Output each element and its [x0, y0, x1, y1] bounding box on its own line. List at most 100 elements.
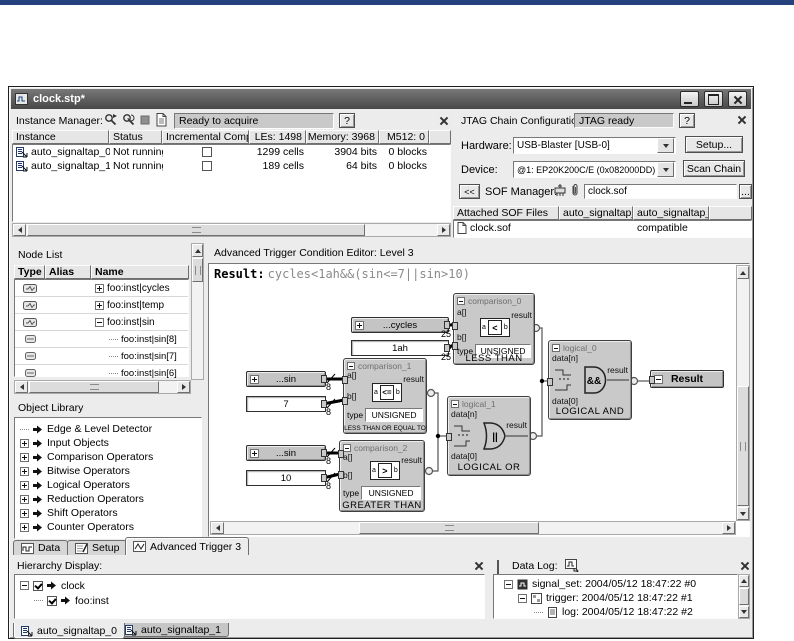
- stop-analysis-icon[interactable]: [140, 115, 151, 126]
- instance-h-scrollbar[interactable]: [12, 223, 451, 237]
- col-alias[interactable]: Alias: [45, 265, 91, 279]
- col-tap1[interactable]: auto_signaltap_1: [633, 206, 709, 220]
- expand-icon[interactable]: [95, 284, 104, 293]
- editor-v-scrollbar[interactable]: [736, 265, 750, 521]
- maximize-button[interactable]: [704, 91, 723, 107]
- expand-icon[interactable]: [20, 467, 29, 476]
- scroll-left-button[interactable]: [13, 224, 26, 236]
- col-type[interactable]: Type: [14, 265, 45, 279]
- connection-handle[interactable]: [444, 344, 450, 352]
- expand-icon[interactable]: [20, 481, 29, 490]
- input-node-cycles[interactable]: ...cycles: [351, 317, 449, 333]
- collapse-icon[interactable]: [552, 344, 560, 352]
- expand-icon[interactable]: [20, 509, 29, 518]
- sof-file-field[interactable]: clock.sof: [584, 184, 737, 199]
- log-entry-log[interactable]: log: 2004/05/12 18:47:22 #2: [534, 605, 737, 619]
- scroll-thumb[interactable]: [27, 224, 365, 236]
- table-row[interactable]: clock.sof compatible: [454, 221, 751, 235]
- scroll-right-button[interactable]: [437, 224, 450, 236]
- tab-advanced-trigger[interactable]: Advanced Trigger 3: [125, 537, 249, 555]
- constant-7[interactable]: 7: [246, 396, 326, 412]
- col-memory[interactable]: Memory: 3968: [306, 130, 379, 144]
- programmer-icon[interactable]: [553, 183, 568, 198]
- autorun-analysis-icon[interactable]: [122, 113, 136, 127]
- hierarchy-item-foo-inst[interactable]: foo:inst: [34, 593, 484, 608]
- log-entry-trigger[interactable]: trigger: 2004/05/12 18:47:22 #1: [518, 591, 737, 605]
- object-library-item[interactable]: Shift Operators: [20, 506, 201, 520]
- col-tap0[interactable]: auto_signaltap_0: [559, 206, 633, 220]
- col-incremental[interactable]: Incremental Compile: [162, 130, 249, 144]
- dropdown-button[interactable]: [657, 138, 674, 153]
- trigger-canvas[interactable]: ...cycles 1ah ...sin 7 ...sin 10 25 25 8…: [210, 283, 738, 521]
- collapse-icon[interactable]: [518, 594, 527, 603]
- col-instance[interactable]: Instance: [12, 130, 109, 144]
- close-button[interactable]: [728, 91, 747, 107]
- input-node-sin-a[interactable]: ...sin: [246, 371, 326, 387]
- table-row[interactable]: auto_signaltap_0 Not running 1299 cells …: [13, 145, 450, 159]
- scroll-left-button[interactable]: [211, 522, 224, 534]
- input-port[interactable]: [452, 322, 458, 330]
- input-port[interactable]: [338, 450, 344, 458]
- paperclip-icon[interactable]: [570, 183, 580, 198]
- expand-icon[interactable]: [20, 453, 29, 462]
- collapse-icon[interactable]: [347, 362, 355, 370]
- node-list-h-scrollbar[interactable]: [14, 380, 191, 394]
- bottom-tab-auto-signaltap-1[interactable]: auto_signaltap_1: [117, 623, 229, 637]
- scroll-up-button[interactable]: [737, 266, 749, 279]
- expand-icon[interactable]: [355, 321, 364, 330]
- object-library-item[interactable]: Bitwise Operators: [20, 464, 201, 478]
- input-port[interactable]: [342, 376, 348, 384]
- clock-checkbox[interactable]: [33, 581, 43, 591]
- scroll-right-button[interactable]: [722, 522, 735, 534]
- type-value[interactable]: UNSIGNED: [365, 408, 423, 422]
- comparison-0-block[interactable]: comparison_0 a[] b[] a<b result typeUNSI…: [453, 293, 535, 365]
- tab-data[interactable]: Data: [13, 540, 68, 555]
- input-port[interactable]: [649, 376, 655, 384]
- expand-icon[interactable]: [250, 449, 259, 458]
- object-library-item[interactable]: Reduction Operators: [20, 492, 201, 506]
- collapse-icon[interactable]: [343, 444, 351, 452]
- node-row[interactable]: foo:inst|sin[7]: [15, 348, 188, 365]
- hierarchy-item-clock[interactable]: clock: [20, 578, 484, 593]
- scroll-thumb[interactable]: [29, 381, 159, 393]
- object-library-item[interactable]: Logical Operators: [20, 478, 201, 492]
- foo-inst-checkbox[interactable]: [47, 596, 57, 606]
- node-row[interactable]: foo:inst|sin: [15, 314, 188, 331]
- node-list-v-scrollbar[interactable]: [191, 243, 204, 380]
- collapse-icon[interactable]: [20, 581, 29, 590]
- object-library-item[interactable]: Comparison Operators: [20, 450, 201, 464]
- node-row[interactable]: foo:inst|cycles: [15, 280, 188, 297]
- logical-1-block[interactable]: logical_1 data[n] || result data[0] LOG: [447, 396, 531, 476]
- scroll-thumb[interactable]: [192, 258, 203, 282]
- window-titlebar[interactable]: clock.stp*: [11, 89, 751, 109]
- logical-0-block[interactable]: logical_0 data[n] && result data[0] LOG: [548, 340, 632, 420]
- collapse-icon[interactable]: [451, 400, 459, 408]
- browse-sof-button[interactable]: ...: [739, 184, 752, 199]
- scroll-left-button[interactable]: [15, 381, 28, 393]
- read-data-icon[interactable]: [156, 113, 168, 127]
- col-m512[interactable]: M512: 0: [379, 130, 429, 144]
- scroll-up-button[interactable]: [192, 244, 203, 257]
- device-select[interactable]: @1: EP20K200C/E (0x082000DD): [513, 161, 676, 178]
- instance-manager-help-button[interactable]: ?: [339, 113, 355, 128]
- col-status[interactable]: Status: [109, 130, 162, 144]
- expand-icon[interactable]: [95, 301, 104, 310]
- scan-chain-button[interactable]: Scan Chain: [683, 160, 745, 177]
- object-library-item[interactable]: Input Objects: [20, 436, 201, 450]
- type-value[interactable]: UNSIGNED: [361, 486, 421, 500]
- input-node-sin-b[interactable]: ...sin: [246, 445, 326, 461]
- constant-10[interactable]: 10: [246, 470, 326, 486]
- scroll-up-button[interactable]: [739, 575, 749, 587]
- editor-h-scrollbar[interactable]: [210, 521, 736, 535]
- object-library-item[interactable]: Counter Operators: [20, 520, 201, 534]
- minimize-button[interactable]: [680, 91, 699, 107]
- scroll-down-button[interactable]: [737, 507, 749, 520]
- hardware-select[interactable]: USB-Blaster [USB-0]: [513, 137, 676, 154]
- tab-setup[interactable]: Setup: [67, 540, 127, 555]
- col-attached-sof[interactable]: Attached SOF Files: [453, 206, 559, 220]
- collapse-icon[interactable]: [95, 318, 104, 327]
- result-output-block[interactable]: Result: [650, 370, 724, 388]
- node-row[interactable]: foo:inst|sin[6]: [15, 365, 188, 381]
- scroll-thumb[interactable]: [739, 588, 749, 605]
- collapse-sof-button[interactable]: <<: [459, 184, 480, 199]
